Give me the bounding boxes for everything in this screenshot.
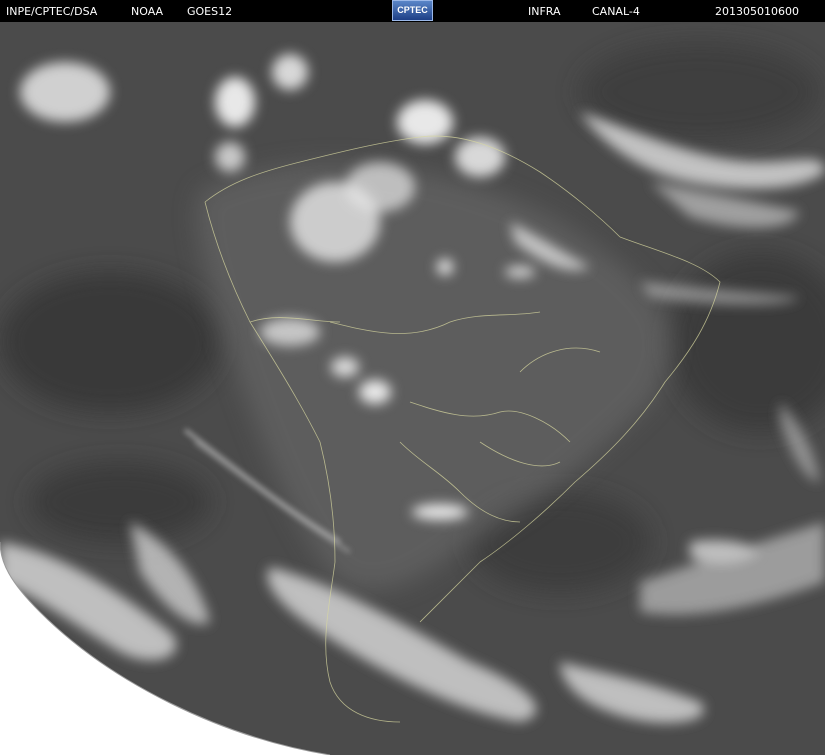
band-label: INFRA [528,5,561,18]
cptec-logo: CPTEC [392,0,433,21]
provider-label: NOAA [131,5,164,18]
earth-disk [0,22,825,755]
header-bar: INPE/CPTEC/DSA NOAA GOES12 CPTEC INFRA C… [0,0,825,22]
satellite-image [0,22,825,755]
channel-label: CANAL-4 [592,5,640,18]
satellite-label: GOES12 [187,5,233,18]
agency-label: INPE/CPTEC/DSA [6,5,98,18]
timestamp-label: 201305010600 [715,5,799,18]
